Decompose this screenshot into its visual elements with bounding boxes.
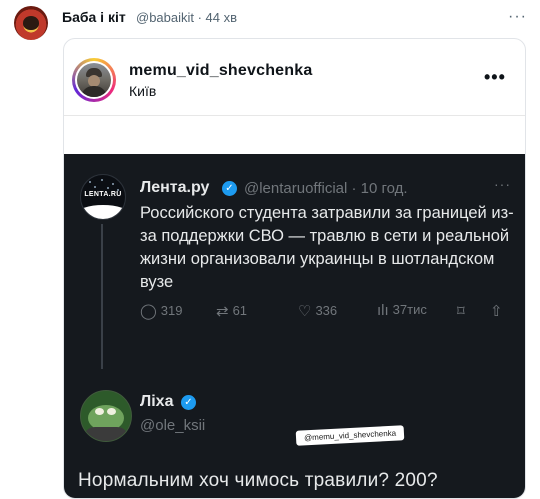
retweet-stat: ⇄ 61	[216, 302, 247, 320]
share-stat: ⇧	[490, 302, 507, 320]
bookmark-stat: ⌑	[457, 302, 469, 320]
divider	[64, 115, 525, 116]
thread-line	[101, 224, 103, 369]
views-count: 37тис	[392, 302, 427, 317]
author-name[interactable]: Баба і кіт	[62, 9, 126, 25]
instagram-more-icon: •••	[484, 67, 506, 87]
reply-author-handle: @ole_ksii	[140, 417, 206, 434]
reply-author-name: Ліха	[140, 393, 174, 410]
bookmark-icon: ⌑	[457, 303, 465, 320]
verified-icon: ✓	[181, 395, 196, 410]
more-options-icon[interactable]: ···	[508, 8, 527, 26]
lenta-name: Лента.ру	[140, 179, 210, 196]
author-handle-time[interactable]: @babaikit · 44 хв	[136, 10, 237, 25]
views-icon: ılı	[377, 302, 389, 319]
views-stat: ılı 37тис	[377, 302, 427, 319]
reply-tweet-text: Нормальним хоч чимось травили? 200?	[78, 470, 438, 491]
lenta-logo-text: LENTA.RU	[84, 191, 122, 198]
lenta-more-icon: ···	[494, 176, 511, 192]
avatar-face	[23, 16, 39, 30]
heart-icon: ♡	[298, 303, 312, 320]
verified-icon: ✓	[222, 181, 237, 196]
watermark: @memu_vid_shevchenka	[295, 425, 405, 446]
tweet-media-card[interactable]: memu_vid_shevchenka Київ ••• LENTA.RU Ле…	[63, 38, 526, 499]
retweet-icon: ⇄	[216, 303, 229, 320]
reply-avatar	[80, 390, 132, 442]
retweet-count: 61	[232, 303, 248, 318]
lenta-handle-time: @lentaruofficial · 10 год.	[244, 180, 408, 197]
reply-count: 319	[160, 303, 183, 318]
instagram-avatar	[72, 58, 116, 102]
like-count: 336	[315, 303, 338, 318]
lenta-logo: LENTA.RU	[80, 174, 126, 220]
share-icon: ⇧	[490, 303, 503, 320]
author-avatar[interactable]	[14, 6, 48, 40]
like-stat: ♡ 336	[298, 302, 337, 320]
reply-icon: ◯	[140, 303, 157, 320]
instagram-username: memu_vid_shevchenka	[129, 62, 313, 79]
instagram-location: Київ	[129, 83, 157, 99]
lenta-tweet-text: Российского студента затравили за границ…	[140, 204, 514, 291]
dark-tweet-screenshot: LENTA.RU Лента.ру ✓ @lentaruofficial · 1…	[64, 154, 525, 498]
reply-stat: ◯ 319	[140, 302, 183, 320]
